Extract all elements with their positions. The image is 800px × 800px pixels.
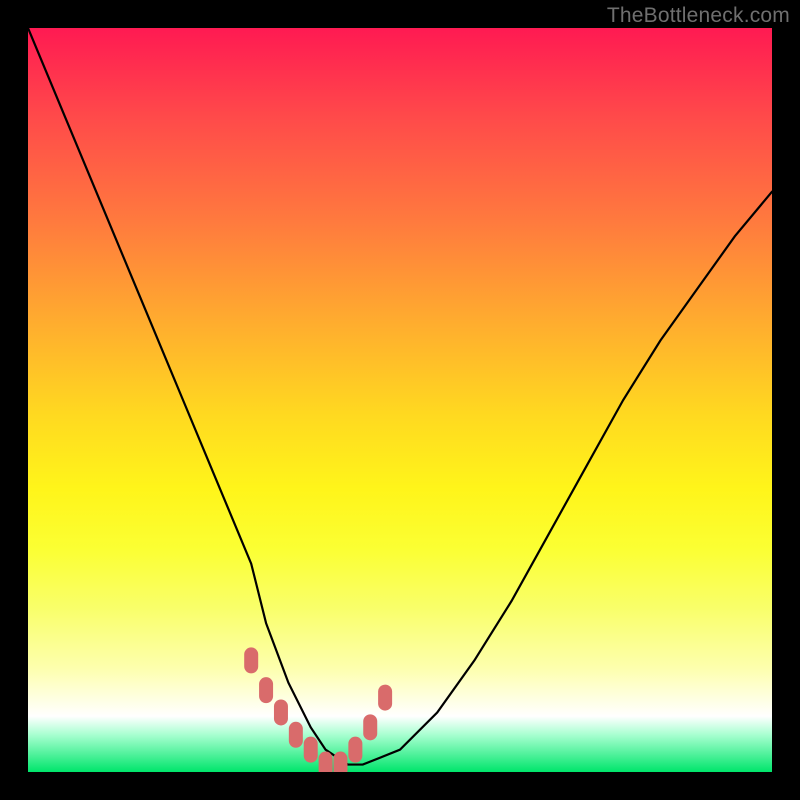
highlight-marker: [274, 699, 288, 725]
highlight-markers: [244, 647, 392, 772]
highlight-marker: [378, 685, 392, 711]
highlight-marker: [259, 677, 273, 703]
curve-layer: [28, 28, 772, 765]
highlight-marker: [244, 647, 258, 673]
watermark-text: TheBottleneck.com: [607, 4, 790, 28]
highlight-marker: [289, 722, 303, 748]
chart-frame: TheBottleneck.com: [0, 0, 800, 800]
plot-area: [28, 28, 772, 772]
highlight-marker: [319, 752, 333, 772]
highlight-marker: [363, 714, 377, 740]
bottleneck-curve-path: [28, 28, 772, 765]
highlight-marker: [333, 752, 347, 772]
highlight-marker: [304, 737, 318, 763]
highlight-marker: [348, 737, 362, 763]
bottleneck-curve-svg: [28, 28, 772, 772]
